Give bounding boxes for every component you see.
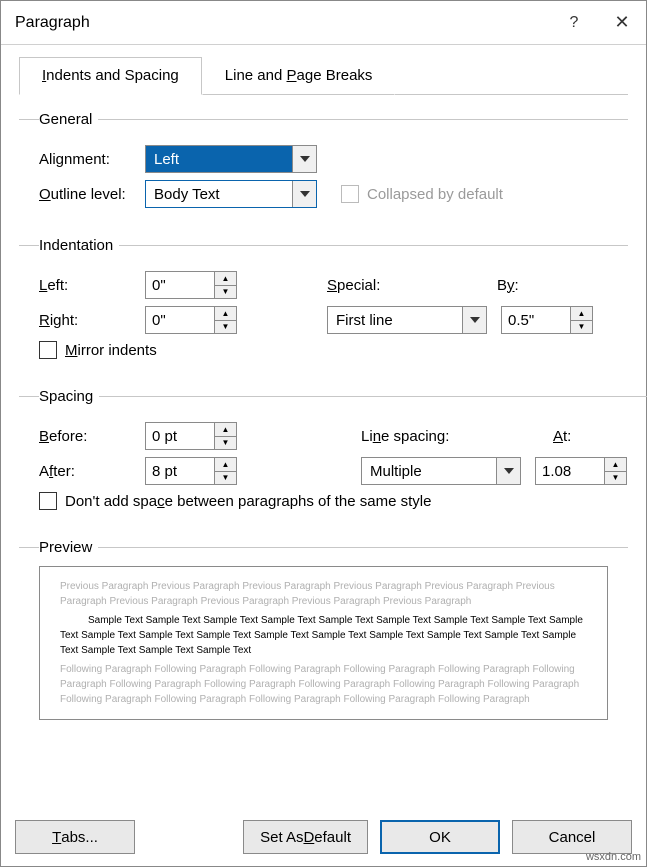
outline-dropdown-button[interactable] — [292, 181, 316, 207]
line-spacing-value: Multiple — [362, 458, 496, 484]
by-input[interactable]: ▲▼ — [501, 306, 593, 334]
by-field[interactable] — [502, 307, 570, 333]
by-up[interactable]: ▲ — [571, 307, 592, 321]
alignment-select[interactable]: Left — [145, 145, 317, 173]
at-field[interactable] — [536, 458, 604, 484]
mirror-indents-label: Mirror indents — [65, 342, 157, 359]
outline-value: Body Text — [146, 181, 292, 207]
alignment-label: Alignment: — [39, 151, 145, 168]
mirror-indents-checkbox[interactable] — [39, 341, 57, 359]
before-label: Before: — [39, 428, 145, 445]
dont-add-space-label: Don't add space between paragraphs of th… — [65, 493, 431, 510]
collapsed-label: Collapsed by default — [367, 186, 503, 203]
at-down[interactable]: ▼ — [605, 472, 626, 485]
tab-strip: Indents and Spacing Line and Page Breaks — [19, 57, 628, 95]
preview-box: Previous Paragraph Previous Paragraph Pr… — [39, 566, 608, 720]
help-button[interactable]: ? — [550, 1, 598, 45]
cancel-button[interactable]: Cancel — [512, 820, 632, 854]
alignment-value: Left — [146, 146, 292, 172]
paragraph-dialog: Paragraph ? ✕ Indents and Spacing Line a… — [0, 0, 647, 867]
watermark: wsxdn.com — [586, 851, 641, 863]
special-label: Special: — [327, 277, 497, 294]
after-label: After: — [39, 463, 145, 480]
at-up[interactable]: ▲ — [605, 458, 626, 472]
before-down[interactable]: ▼ — [215, 437, 236, 450]
after-input[interactable]: ▲▼ — [145, 457, 237, 485]
by-down[interactable]: ▼ — [571, 321, 592, 334]
indent-left-input[interactable]: ▲▼ — [145, 271, 237, 299]
indent-left-field[interactable] — [146, 272, 214, 298]
indent-left-down[interactable]: ▼ — [215, 286, 236, 299]
preview-current-text: Sample Text Sample Text Sample Text Samp… — [60, 609, 587, 662]
indent-right-up[interactable]: ▲ — [215, 307, 236, 321]
line-spacing-dropdown-button[interactable] — [496, 458, 520, 484]
before-up[interactable]: ▲ — [215, 423, 236, 437]
tab-underline-filler — [395, 57, 628, 95]
special-value: First line — [328, 307, 462, 333]
outline-select[interactable]: Body Text — [145, 180, 317, 208]
indent-right-input[interactable]: ▲▼ — [145, 306, 237, 334]
preview-group: Preview Previous Paragraph Previous Para… — [19, 539, 628, 802]
after-down[interactable]: ▼ — [215, 472, 236, 485]
indent-left-up[interactable]: ▲ — [215, 272, 236, 286]
preview-previous-text: Previous Paragraph Previous Paragraph Pr… — [60, 579, 587, 609]
after-field[interactable] — [146, 458, 214, 484]
before-input[interactable]: ▲▼ — [145, 422, 237, 450]
set-as-default-button[interactable]: Set As Default — [243, 820, 368, 854]
spacing-legend: Spacing — [39, 388, 99, 405]
at-input[interactable]: ▲▼ — [535, 457, 627, 485]
preview-following-text: Following Paragraph Following Paragraph … — [60, 662, 587, 707]
tab-line-page-breaks[interactable]: Line and Page Breaks — [202, 57, 396, 95]
indent-right-down[interactable]: ▼ — [215, 321, 236, 334]
close-button[interactable]: ✕ — [598, 1, 646, 45]
collapsed-checkbox — [341, 185, 359, 203]
preview-legend: Preview — [39, 539, 98, 556]
indent-right-field[interactable] — [146, 307, 214, 333]
line-spacing-label: Line spacing: — [361, 428, 521, 445]
before-field[interactable] — [146, 423, 214, 449]
by-label: By: — [497, 277, 519, 294]
general-legend: General — [39, 111, 98, 128]
indent-left-label: Left: — [39, 277, 145, 294]
tabs-button[interactable]: Tabs... — [15, 820, 135, 854]
alignment-dropdown-button[interactable] — [292, 146, 316, 172]
tab-indents-spacing[interactable]: Indents and Spacing — [19, 57, 202, 95]
indent-right-label: Right: — [39, 312, 145, 329]
special-select[interactable]: First line — [327, 306, 487, 334]
line-spacing-select[interactable]: Multiple — [361, 457, 521, 485]
special-dropdown-button[interactable] — [462, 307, 486, 333]
dialog-body: Indents and Spacing Line and Page Breaks… — [1, 45, 646, 808]
dialog-footer: Tabs... Set As Default OK Cancel — [1, 808, 646, 866]
after-up[interactable]: ▲ — [215, 458, 236, 472]
indentation-group: Indentation Left: ▲▼ Special: By: Right:… — [19, 237, 628, 376]
outline-label: Outline level: — [39, 186, 145, 203]
spacing-group: Spacing Before: ▲▼ Line spacing: At: Aft… — [19, 388, 647, 527]
tab-indents-label: ndents and Spacing — [46, 67, 179, 84]
dialog-title: Paragraph — [1, 14, 550, 32]
dont-add-space-checkbox[interactable] — [39, 492, 57, 510]
ok-button[interactable]: OK — [380, 820, 500, 854]
indentation-legend: Indentation — [39, 237, 119, 254]
at-label: At: — [553, 428, 571, 445]
titlebar: Paragraph ? ✕ — [1, 1, 646, 45]
general-group: General Alignment: Left Outline level: B… — [19, 111, 628, 225]
